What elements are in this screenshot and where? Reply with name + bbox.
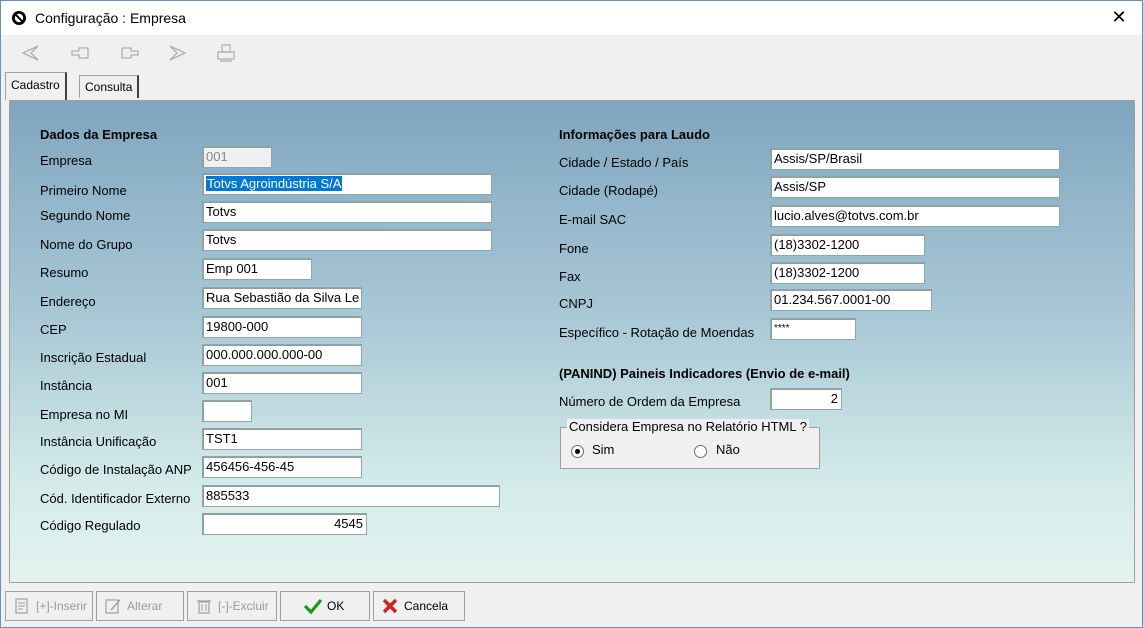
trash-icon bbox=[197, 600, 211, 614]
section-title-laudo: Informações para Laudo bbox=[559, 127, 710, 142]
insert-icon bbox=[15, 598, 28, 614]
radio-nao-label[interactable]: Não bbox=[716, 442, 740, 457]
relatorio-html-groupbox: Considera Empresa no Relatório HTML ? Si… bbox=[560, 419, 820, 469]
instancia-unificacao-field[interactable]: TST1 bbox=[202, 428, 362, 450]
label-codigo-anp: Código de Instalação ANP bbox=[40, 462, 192, 477]
first-record-icon[interactable] bbox=[19, 43, 41, 63]
inserir-button[interactable]: [+]-Inserir bbox=[5, 591, 93, 621]
print-icon[interactable] bbox=[215, 43, 237, 63]
label-instancia-unificacao: Instância Unificação bbox=[40, 434, 157, 449]
cnpj-field[interactable]: 01.234.567.0001-00 bbox=[770, 289, 932, 311]
alterar-button[interactable]: Alterar bbox=[96, 591, 184, 621]
empresa-mi-field[interactable] bbox=[202, 400, 252, 422]
fax-field[interactable]: (18)3302-1200 bbox=[770, 262, 925, 284]
section-title-dados-empresa: Dados da Empresa bbox=[40, 127, 158, 142]
cancela-label: Cancela bbox=[404, 599, 449, 613]
next-record-icon[interactable] bbox=[119, 43, 141, 63]
radio-sim[interactable] bbox=[571, 445, 584, 458]
label-instancia: Instância bbox=[40, 378, 93, 393]
cep-field[interactable]: 19800-000 bbox=[202, 316, 362, 338]
segundo-nome-field[interactable]: Totvs bbox=[202, 201, 492, 223]
label-fone: Fone bbox=[559, 241, 589, 256]
tab-consulta[interactable]: Consulta bbox=[79, 75, 140, 98]
label-segundo-nome: Segundo Nome bbox=[40, 208, 131, 223]
close-button[interactable]: ✕ bbox=[1096, 1, 1142, 35]
label-especifico: Específico - Rotação de Moendas bbox=[559, 325, 755, 340]
fone-field[interactable]: (18)3302-1200 bbox=[770, 234, 925, 256]
window-title: Configuração : Empresa bbox=[35, 10, 186, 26]
title-bar: Configuração : Empresa ✕ bbox=[1, 1, 1142, 35]
label-endereco: Endereço bbox=[40, 294, 96, 309]
label-primeiro-nome: Primeiro Nome bbox=[40, 183, 127, 198]
label-cidade-estado-pais: Cidade / Estado / País bbox=[559, 155, 689, 170]
inscricao-estadual-field[interactable]: 000.000.000.000-00 bbox=[202, 344, 362, 366]
cidade-rodape-field[interactable]: Assis/SP bbox=[770, 176, 1060, 198]
cidade-estado-pais-field[interactable]: Assis/SP/Brasil bbox=[770, 148, 1060, 170]
toolbar bbox=[1, 35, 1142, 71]
label-codigo-regulado: Código Regulado bbox=[40, 518, 141, 533]
label-inscricao-estadual: Inscrição Estadual bbox=[40, 350, 147, 365]
last-record-icon[interactable] bbox=[167, 43, 189, 63]
bottom-button-bar: [+]-Inserir Alterar [-]-Excluir OK Cance… bbox=[1, 589, 1142, 627]
label-empresa-mi: Empresa no MI bbox=[40, 407, 129, 422]
especifico-field[interactable]: **** bbox=[770, 318, 856, 340]
inserir-label: [+]-Inserir bbox=[36, 599, 88, 613]
label-nome-grupo: Nome do Grupo bbox=[40, 237, 133, 252]
codigo-anp-field[interactable]: 456456-456-45 bbox=[202, 456, 362, 478]
email-sac-field[interactable]: lucio.alves@totvs.com.br bbox=[770, 205, 1060, 227]
label-cidade-rodape: Cidade (Rodapé) bbox=[559, 183, 659, 198]
resumo-field[interactable]: Emp 001 bbox=[202, 258, 312, 280]
cross-icon bbox=[382, 598, 398, 614]
ok-button[interactable]: OK bbox=[280, 591, 370, 621]
radio-sim-label[interactable]: Sim bbox=[592, 442, 614, 457]
instancia-field[interactable]: 001 bbox=[202, 372, 362, 394]
edit-icon bbox=[105, 599, 121, 614]
label-email-sac: E-mail SAC bbox=[559, 212, 627, 227]
excluir-button[interactable]: [-]-Excluir bbox=[187, 591, 277, 621]
groupbox-title: Considera Empresa no Relatório HTML ? bbox=[567, 419, 809, 434]
label-empresa: Empresa bbox=[40, 153, 93, 168]
label-fax: Fax bbox=[559, 269, 581, 284]
empresa-field[interactable]: 001 bbox=[202, 146, 272, 168]
label-cep: CEP bbox=[40, 322, 67, 337]
checkmark-icon bbox=[303, 598, 323, 615]
cod-externo-field[interactable]: 885533 bbox=[202, 485, 500, 507]
app-icon bbox=[12, 11, 26, 25]
tab-strip: Cadastro Consulta bbox=[1, 71, 1142, 100]
endereco-field[interactable]: Rua Sebastião da Silva Le bbox=[202, 287, 362, 309]
excluir-label: [-]-Excluir bbox=[218, 599, 269, 613]
numero-ordem-field[interactable]: 2 bbox=[770, 388, 842, 410]
alterar-label: Alterar bbox=[127, 599, 163, 613]
config-window: Configuração : Empresa ✕ Cadastro Consul… bbox=[0, 0, 1143, 628]
section-title-panind: (PANIND) Paineis Indicadores (Envio de e… bbox=[559, 366, 850, 381]
nome-grupo-field[interactable]: Totvs bbox=[202, 229, 492, 251]
radio-nao[interactable] bbox=[694, 445, 707, 458]
tab-cadastro[interactable]: Cadastro bbox=[5, 72, 67, 100]
label-resumo: Resumo bbox=[40, 265, 89, 280]
primeiro-nome-value: Totvs Agroindústria S/A bbox=[206, 176, 343, 191]
label-cod-externo: Cód. Identificador Externo bbox=[40, 491, 191, 506]
cancela-button[interactable]: Cancela bbox=[373, 591, 465, 621]
ok-label: OK bbox=[327, 599, 345, 613]
codigo-regulado-field[interactable]: 4545 bbox=[202, 513, 367, 535]
primeiro-nome-field[interactable]: Totvs Agroindústria S/A bbox=[202, 173, 492, 195]
label-cnpj: CNPJ bbox=[559, 296, 593, 311]
previous-record-icon[interactable] bbox=[69, 43, 91, 63]
label-numero-ordem: Número de Ordem da Empresa bbox=[559, 394, 741, 409]
cadastro-panel: Dados da Empresa Empresa 001 Primeiro No… bbox=[9, 100, 1135, 583]
